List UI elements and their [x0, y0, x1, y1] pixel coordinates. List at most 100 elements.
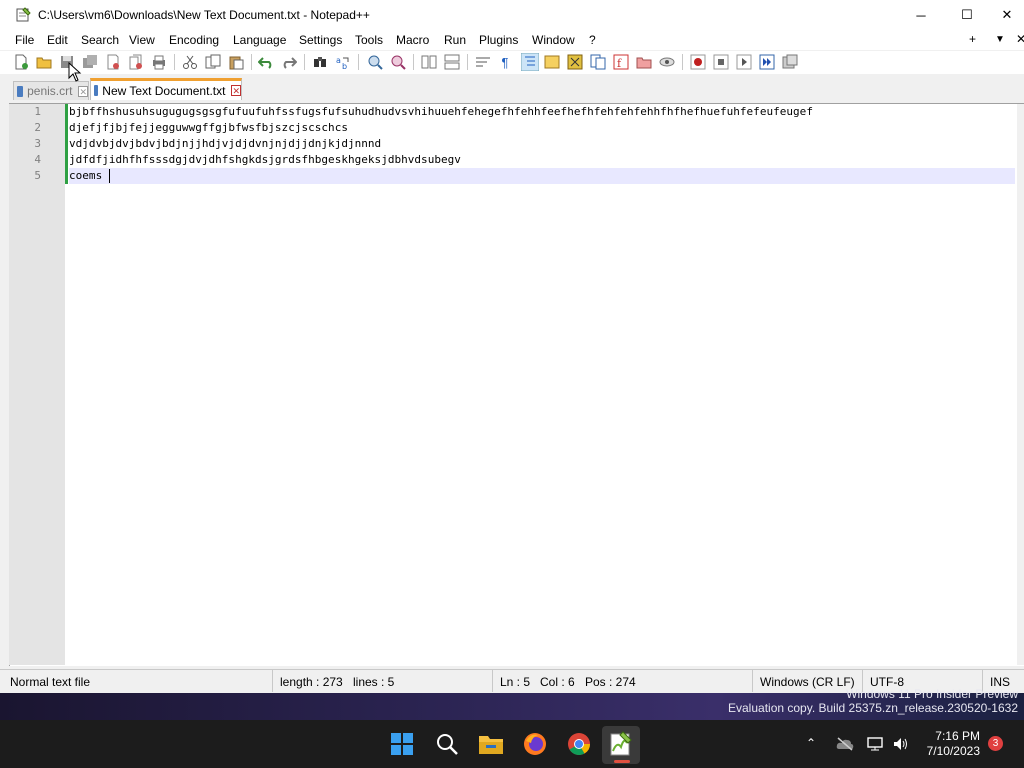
menu-view[interactable]: View [129, 33, 155, 47]
code-line[interactable]: vdjdvbjdvjbdvjbdjnjjhdjvjdjdvnjnjdjjdnjk… [69, 136, 381, 152]
maximize-button[interactable]: ☐ [944, 0, 990, 30]
show-all-characters-icon[interactable]: ¶ [497, 54, 513, 70]
menu-run[interactable]: Run [444, 33, 466, 47]
playback-macro-icon[interactable] [736, 54, 752, 70]
word-wrap-icon[interactable] [475, 54, 491, 70]
status-col: Col : 6 [540, 675, 575, 689]
undo-icon[interactable] [258, 54, 274, 70]
open-file-icon[interactable] [36, 54, 52, 70]
monitoring-icon[interactable] [659, 54, 675, 70]
svg-text:a: a [336, 56, 341, 65]
volume-icon[interactable] [892, 736, 910, 752]
minimize-button[interactable]: ─ [898, 0, 944, 30]
status-separator [752, 670, 753, 692]
menu-help[interactable]: ? [589, 33, 596, 47]
saved-file-icon [17, 85, 24, 97]
document-map-icon[interactable] [567, 54, 583, 70]
line-number: 4 [34, 153, 41, 166]
close-tab-menu-icon[interactable]: ✕ [1016, 32, 1024, 46]
zoom-in-icon[interactable] [367, 54, 383, 70]
save-macro-icon[interactable] [782, 54, 798, 70]
replace-icon[interactable]: ab [335, 54, 351, 70]
menu-plugins[interactable]: Plugins [479, 33, 518, 47]
network-icon[interactable] [866, 736, 884, 752]
line-number: 1 [34, 105, 41, 118]
file-explorer-icon[interactable] [478, 732, 504, 756]
system-clock[interactable]: 7:16 PM 7/10/2023 [927, 729, 980, 759]
run-macro-multiple-icon[interactable] [759, 54, 775, 70]
paste-icon[interactable] [228, 54, 244, 70]
find-icon[interactable] [312, 54, 328, 70]
toolbar-separator [358, 54, 359, 70]
line-number-gutter [9, 104, 65, 665]
redo-icon[interactable] [281, 54, 297, 70]
menu-tools[interactable]: Tools [355, 33, 383, 47]
status-file-type: Normal text file [10, 675, 91, 689]
start-icon[interactable] [390, 732, 414, 756]
show-hidden-icons-chevron-icon[interactable]: ⌃ [806, 736, 816, 750]
change-history-marker [65, 152, 68, 168]
toolbar-separator [174, 54, 175, 70]
tab-close-icon[interactable]: ✕ [231, 85, 241, 96]
tab-list-dropdown-icon[interactable]: ▼ [995, 34, 1005, 45]
running-indicator [614, 760, 630, 763]
menu-edit[interactable]: Edit [47, 33, 68, 47]
notepadpp-icon[interactable] [609, 731, 633, 757]
code-line[interactable]: bjbffhshusuhsugugugsgsgfufuufuhfssfugsfu… [69, 104, 813, 120]
save-all-icon[interactable] [82, 54, 98, 70]
stop-recording-icon[interactable] [713, 54, 729, 70]
notification-badge[interactable]: 3 [988, 736, 1003, 751]
udl-icon[interactable] [544, 54, 560, 70]
tab-new-text-document[interactable]: New Text Document.txt ✕ [90, 78, 242, 100]
firefox-icon[interactable] [522, 731, 548, 757]
chrome-icon[interactable] [566, 731, 592, 757]
line-number: 3 [34, 137, 41, 150]
code-line[interactable]: coems [69, 168, 102, 184]
close-all-icon[interactable] [128, 54, 144, 70]
code-line[interactable]: jdfdfjidhfhfsssdgjdvjdhfshgkdsjgrdsfhbge… [69, 152, 461, 168]
watermark-line1: Windows 11 Pro Insider Preview [846, 687, 1018, 701]
menu-window[interactable]: Window [532, 33, 575, 47]
text-caret [109, 169, 110, 183]
search-icon[interactable] [435, 732, 459, 756]
menu-settings[interactable]: Settings [299, 33, 342, 47]
close-button[interactable]: ✕ [990, 0, 1024, 30]
editor-area[interactable] [9, 103, 1024, 666]
toolbar-separator [413, 54, 414, 70]
line-number: 5 [34, 169, 41, 182]
line-number: 2 [34, 121, 41, 134]
new-file-icon[interactable] [13, 54, 29, 70]
fold-margin [65, 104, 69, 665]
menu-search[interactable]: Search [81, 33, 119, 47]
status-length: length : 273 [280, 675, 343, 689]
sync-horizontal-scroll-icon[interactable] [444, 54, 460, 70]
tab-close-icon[interactable]: ✕ [78, 85, 88, 97]
mouse-pointer-icon [68, 62, 82, 82]
status-pos: Pos : 274 [585, 675, 636, 689]
notepadpp-app-icon [16, 7, 31, 22]
clock-date: 7/10/2023 [926, 744, 980, 758]
menu-encoding[interactable]: Encoding [169, 33, 219, 47]
vertical-scrollbar[interactable] [1017, 104, 1024, 665]
title-bar[interactable]: C:\Users\vm6\Downloads\New Text Document… [0, 0, 1024, 30]
function-list-icon[interactable]: f [613, 54, 629, 70]
menu-file[interactable]: File [15, 33, 34, 47]
record-macro-icon[interactable] [690, 54, 706, 70]
print-icon[interactable] [151, 54, 167, 70]
toolbar-separator [467, 54, 468, 70]
copy-icon[interactable] [205, 54, 221, 70]
new-tab-plus-icon[interactable]: + [969, 32, 976, 46]
tab-penis-crt[interactable]: penis.crt ✕ [13, 81, 89, 100]
onedrive-icon[interactable] [836, 737, 854, 751]
cut-icon[interactable] [182, 54, 198, 70]
folder-as-workspace-icon[interactable] [636, 54, 652, 70]
zoom-out-icon[interactable] [390, 54, 406, 70]
sync-vertical-scroll-icon[interactable] [421, 54, 437, 70]
code-line[interactable]: djefjfjbjfejjegguwwgffgjbfwsfbjszcjscsch… [69, 120, 348, 136]
menu-language[interactable]: Language [233, 33, 286, 47]
close-file-icon[interactable] [105, 54, 121, 70]
menu-macro[interactable]: Macro [396, 33, 429, 47]
document-list-icon[interactable] [590, 54, 606, 70]
indent-guide-icon[interactable] [521, 53, 539, 71]
watermark-line2: Evaluation copy. Build 25375.zn_release.… [728, 701, 1018, 715]
